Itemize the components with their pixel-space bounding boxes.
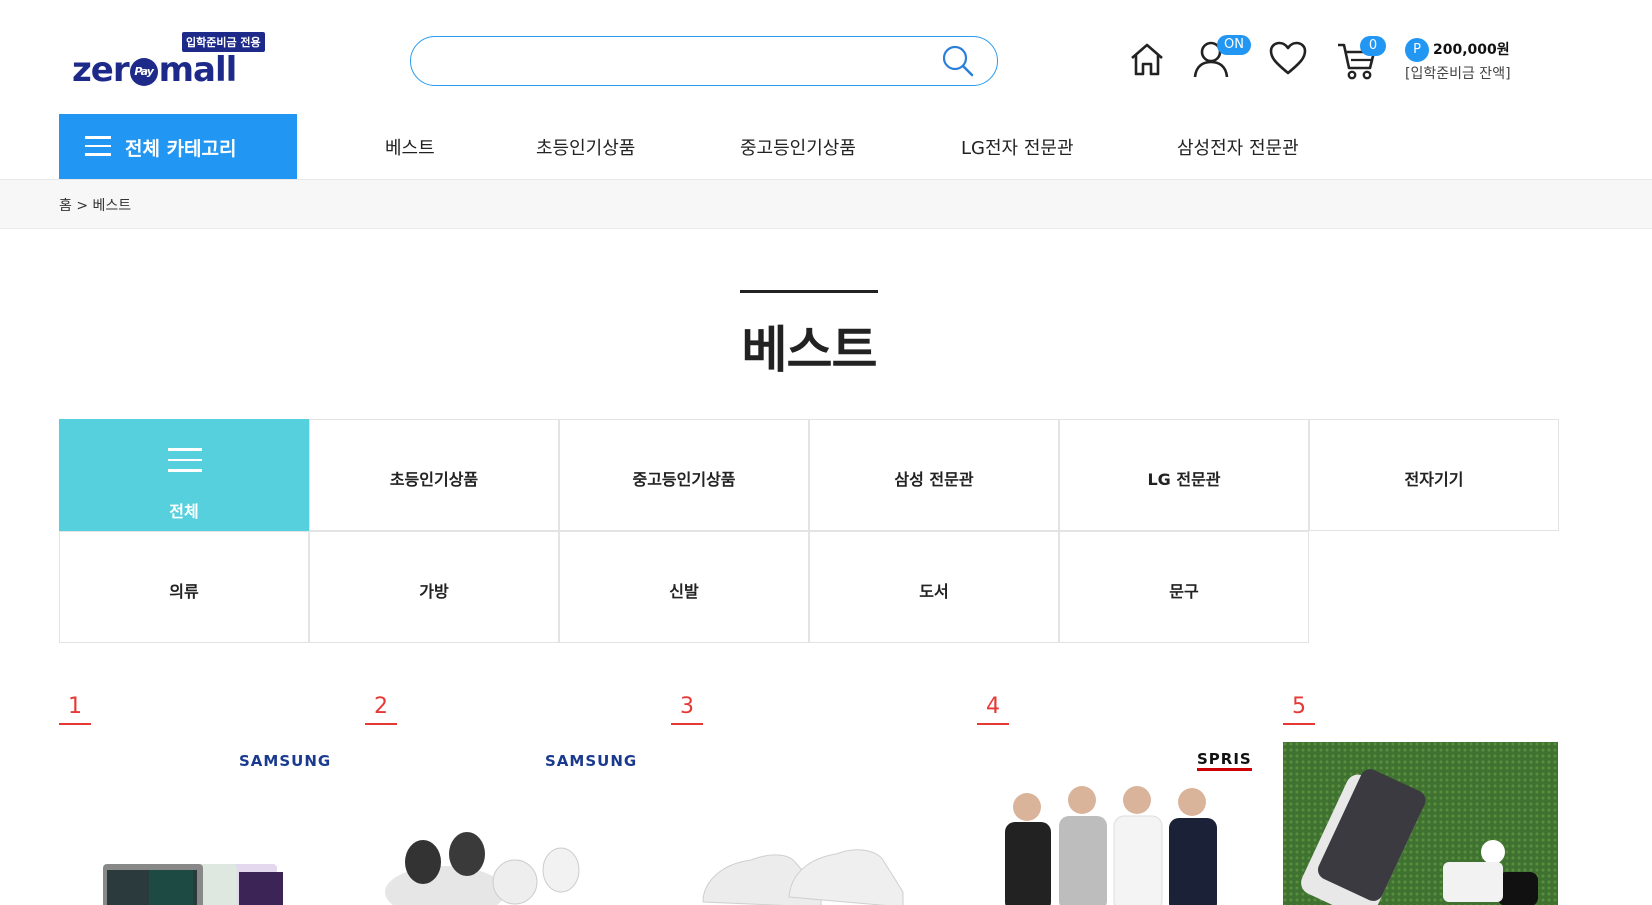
nav-item-lg[interactable]: LG전자 전문관 <box>961 134 1074 160</box>
category-label: 중고등인기상품 <box>632 470 736 489</box>
category-label: 전자기기 <box>1404 470 1464 489</box>
logo-text: zer Pay mall <box>72 50 238 90</box>
point-label: [입학준비금 잔액] <box>1405 66 1511 82</box>
product-card[interactable]: 3 <box>671 690 946 905</box>
product-image-charger[interactable] <box>1283 742 1558 905</box>
logo-badge: 입학준비금 전용 <box>182 32 265 52</box>
category-label: LG 전문관 <box>1147 470 1221 489</box>
logo-pay: Pay <box>129 57 158 86</box>
product-card[interactable]: 2 SAMSUNG <box>365 690 640 905</box>
product-rank: 1 <box>59 694 91 725</box>
breadcrumb-bar: 홈 > 베스트 <box>0 180 1652 229</box>
category-label: 문구 <box>1169 582 1199 601</box>
product-rank: 5 <box>1283 694 1315 725</box>
hamburger-icon <box>85 136 111 156</box>
product-rank: 4 <box>977 694 1009 725</box>
search-icon[interactable] <box>941 44 975 78</box>
product-rank: 2 <box>365 694 397 725</box>
category-electronics[interactable]: 전자기기 <box>1309 419 1559 531</box>
logo-text-left: zer <box>72 50 130 90</box>
nav-item-middle-high[interactable]: 중고등인기상품 <box>740 134 856 160</box>
search-box <box>410 36 998 86</box>
category-all[interactable]: 전체 <box>59 419 309 531</box>
point-icon: P <box>1405 38 1429 62</box>
category-label: 전체 <box>169 502 199 521</box>
category-grid: 전체 초등인기상품 중고등인기상품 삼성 전문관 LG 전문관 전자기기 의류 … <box>59 419 1559 644</box>
nav-item-samsung[interactable]: 삼성전자 전문관 <box>1177 134 1299 160</box>
category-samsung[interactable]: 삼성 전문관 <box>809 419 1059 531</box>
breadcrumb: 홈 > 베스트 <box>59 198 132 214</box>
category-shoes[interactable]: 신발 <box>559 531 809 643</box>
nav-item-best[interactable]: 베스트 <box>385 134 435 160</box>
nav-item-elementary[interactable]: 초등인기상품 <box>536 134 635 160</box>
main-nav: 전체 카테고리 베스트 초등인기상품 중고등인기상품 LG전자 전문관 삼성전자… <box>0 114 1652 180</box>
product-card[interactable]: 5 <box>1283 690 1558 905</box>
point-amount: 200,000원 <box>1433 42 1510 58</box>
header: 입학준비금 전용 zer Pay mall ON 0 P 200,000원 [입학준… <box>0 0 1652 108</box>
category-label: 초등인기상품 <box>389 470 479 489</box>
category-elementary[interactable]: 초등인기상품 <box>309 419 559 531</box>
heart-icon[interactable] <box>1268 40 1308 76</box>
category-books[interactable]: 도서 <box>809 531 1059 643</box>
all-categories-button[interactable]: 전체 카테고리 <box>59 114 297 179</box>
login-status-badge: ON <box>1217 35 1251 55</box>
title-divider <box>740 290 878 293</box>
logo-text-right: mall <box>158 50 238 90</box>
category-stationery[interactable]: 문구 <box>1059 531 1309 643</box>
page-title: 베스트 <box>741 321 878 379</box>
category-label: 가방 <box>419 582 449 601</box>
product-image-earbuds[interactable] <box>365 742 640 905</box>
home-icon[interactable] <box>1128 40 1166 78</box>
category-label: 도서 <box>919 582 949 601</box>
category-label: 의류 <box>169 582 199 601</box>
search-input[interactable] <box>431 47 931 75</box>
product-image-clothing[interactable] <box>977 742 1252 905</box>
category-middle-high[interactable]: 중고등인기상품 <box>559 419 809 531</box>
product-image-tablets[interactable] <box>59 742 334 905</box>
logo[interactable]: 입학준비금 전용 zer Pay mall <box>72 32 272 92</box>
category-label: 삼성 전문관 <box>894 470 974 489</box>
product-card[interactable]: 1 SAMSUNG <box>59 690 334 905</box>
category-label: 신발 <box>669 582 699 601</box>
all-categories-label: 전체 카테고리 <box>125 138 237 160</box>
product-image-sneakers[interactable] <box>671 742 946 905</box>
cart-count-badge: 0 <box>1360 36 1386 56</box>
menu-icon <box>168 448 202 476</box>
category-clothing[interactable]: 의류 <box>59 531 309 643</box>
product-card[interactable]: 4 SPRIS <box>977 690 1252 905</box>
product-rank: 3 <box>671 694 703 725</box>
category-lg[interactable]: LG 전문관 <box>1059 419 1309 531</box>
category-bags[interactable]: 가방 <box>309 531 559 643</box>
